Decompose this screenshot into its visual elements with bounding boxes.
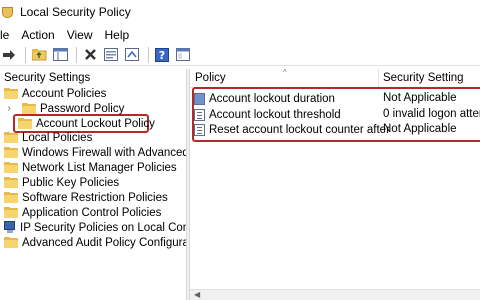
svg-text:?: ? <box>159 49 165 62</box>
horizontal-scrollbar[interactable]: ◀ <box>190 289 480 300</box>
tree-root[interactable]: Security Settings <box>4 70 90 85</box>
folder-icon <box>4 207 18 218</box>
folder-up-icon[interactable] <box>30 46 48 64</box>
tree-item-label: Application Control Policies <box>22 206 162 219</box>
menu-view[interactable]: View <box>61 28 99 42</box>
tree-item-ip-security[interactable]: IP Security Policies on Local Compute <box>4 220 215 235</box>
folder-icon <box>4 237 18 248</box>
show-hide-tree-icon[interactable] <box>51 46 69 64</box>
console-icon[interactable] <box>174 46 192 64</box>
tree-item-label: Account Lockout Policy <box>36 117 155 130</box>
tree-item-local-policies[interactable]: Local Policies <box>4 130 92 145</box>
folder-icon <box>22 103 36 114</box>
tree-item-label: Account Policies <box>22 87 107 100</box>
sort-ascending-icon: ^ <box>283 68 287 77</box>
tree-item-label: Password Policy <box>40 102 125 115</box>
folder-open-icon <box>18 118 32 129</box>
export-list-icon[interactable] <box>123 46 141 64</box>
menu-action[interactable]: Action <box>15 28 60 42</box>
toolbar-separator <box>148 46 149 63</box>
tree-item-label: Local Policies <box>22 131 93 144</box>
tree-item-advanced-audit[interactable]: Advanced Audit Policy Configuration <box>4 235 207 250</box>
window-title: Local Security Policy <box>20 5 131 19</box>
folder-icon <box>4 147 18 158</box>
menu-help[interactable]: Help <box>99 28 136 42</box>
toolbar: ? <box>0 44 480 66</box>
tree-item-application-control[interactable]: Application Control Policies <box>4 205 161 220</box>
tree-item-label: Software Restriction Policies <box>22 191 168 204</box>
toolbar-separator <box>76 46 77 63</box>
folder-icon <box>4 192 18 203</box>
delete-icon[interactable] <box>81 46 99 64</box>
tree-item-account-lockout-policy[interactable]: Account Lockout Policy <box>18 116 155 131</box>
tree-item-account-policies[interactable]: Account Policies <box>4 86 106 101</box>
scroll-left-icon[interactable]: ◀ <box>194 290 200 300</box>
tree-root-label: Security Settings <box>4 71 91 84</box>
folder-icon <box>4 132 18 143</box>
column-header-label: Policy <box>195 72 226 84</box>
tree-item-network-list-manager[interactable]: Network List Manager Policies <box>4 160 177 175</box>
menu-bar: le Action View Help <box>0 25 480 44</box>
properties-icon[interactable] <box>102 46 120 64</box>
chevron-right-icon[interactable]: › <box>4 103 14 114</box>
toolbar-separator <box>25 46 26 63</box>
column-header-security-setting[interactable]: Security Setting <box>379 69 480 88</box>
tree-item-label: Public Key Policies <box>22 176 120 189</box>
tree-item-software-restriction[interactable]: Software Restriction Policies <box>4 190 168 205</box>
tree-item-public-key-policies[interactable]: Public Key Policies <box>4 175 119 190</box>
column-header-label: Security Setting <box>383 72 464 84</box>
tree-item-label: Advanced Audit Policy Configuration <box>22 236 208 249</box>
security-shield-icon <box>2 6 15 18</box>
forward-icon[interactable] <box>0 46 18 64</box>
ip-security-icon <box>4 221 16 234</box>
tree-item-password-policy[interactable]: › Password Policy <box>4 101 124 116</box>
menu-file[interactable]: le <box>0 28 15 42</box>
title-bar: Local Security Policy <box>0 0 480 24</box>
help-icon[interactable]: ? <box>153 46 171 64</box>
folder-icon <box>4 177 18 188</box>
folder-icon <box>4 162 18 173</box>
folder-open-icon <box>4 88 18 99</box>
policy-rows-highlight <box>192 87 480 142</box>
tree-item-label: Network List Manager Policies <box>22 161 177 174</box>
